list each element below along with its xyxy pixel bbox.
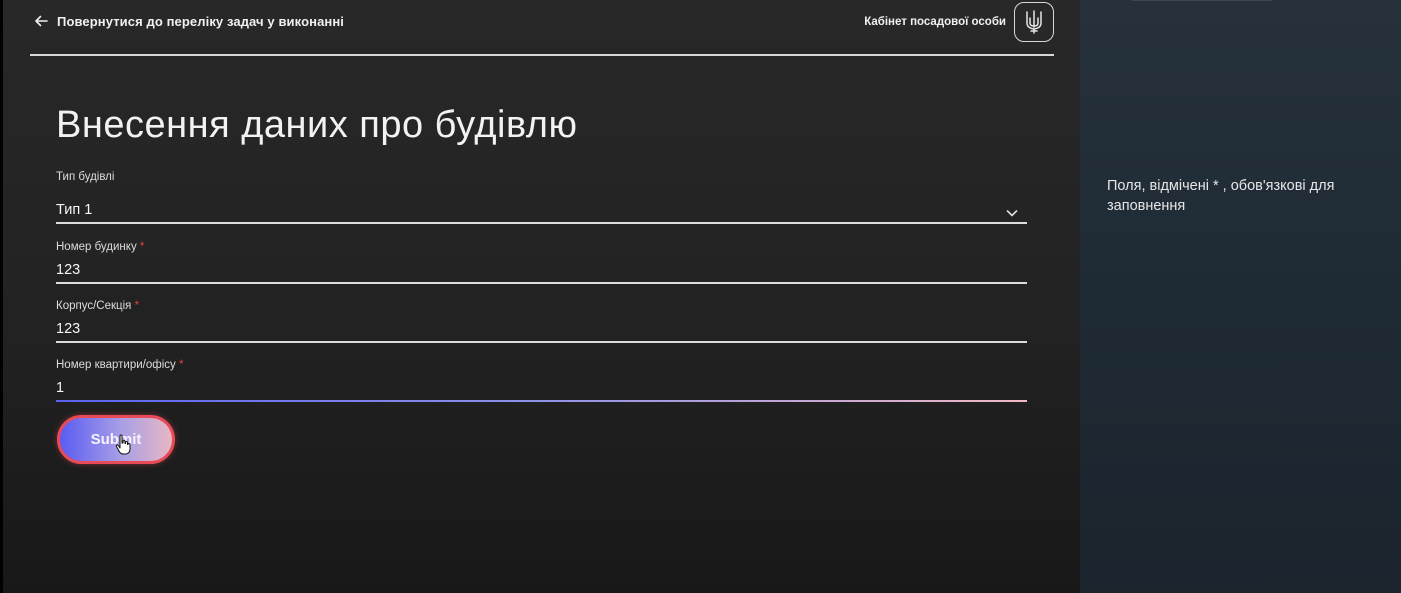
block-section-field: Корпус/Секція * 123 xyxy=(56,300,1027,345)
block-section-value: 123 xyxy=(56,321,81,337)
page-header: Повернутися до переліку задач у виконанн… xyxy=(30,0,1054,56)
building-type-label-text: Тип будівлі xyxy=(56,171,115,183)
arrow-left-icon xyxy=(35,15,48,27)
house-number-input[interactable]: 123 xyxy=(56,262,1027,284)
page-title: Внесення даних про будівлю xyxy=(56,104,578,146)
building-type-select[interactable]: Тип 1 xyxy=(56,202,1027,224)
trident-icon[interactable] xyxy=(1014,2,1054,42)
required-mark: * xyxy=(139,241,145,253)
back-link[interactable]: Повернутися до переліку задач у виконанн… xyxy=(33,13,344,29)
cabinet-link[interactable]: Кабінет посадової особи xyxy=(864,2,1054,42)
required-mark: * xyxy=(178,359,184,371)
apartment-office-field: Номер квартири/офісу * 1 xyxy=(56,359,1027,404)
back-link-label: Повернутися до переліку задач у виконанн… xyxy=(57,13,345,29)
building-type-label: Тип будівлі xyxy=(56,171,1027,183)
block-section-input[interactable]: 123 xyxy=(56,321,1027,343)
main-panel: Повернутися до переліку задач у виконанн… xyxy=(3,0,1080,593)
block-section-label-text: Корпус/Секція xyxy=(56,300,132,312)
required-fields-hint: Поля, відмічені * , обов'язкові для запо… xyxy=(1107,178,1335,214)
chevron-down-icon xyxy=(1006,210,1018,217)
apartment-office-label: Номер квартири/офісу * xyxy=(56,359,1027,371)
divider xyxy=(1132,0,1272,1)
apartment-office-value: 1 xyxy=(56,380,65,396)
cabinet-label: Кабінет посадової особи xyxy=(864,16,1006,28)
block-section-label: Корпус/Секція * xyxy=(56,300,1027,312)
building-type-value: Тип 1 xyxy=(56,202,93,218)
required-mark: * xyxy=(134,300,140,312)
apartment-office-input[interactable]: 1 xyxy=(56,380,1027,402)
house-number-label-text: Номер будинку xyxy=(56,241,137,253)
house-number-field: Номер будинку * 123 xyxy=(56,241,1027,286)
hand-cursor-icon xyxy=(115,434,131,455)
apartment-office-label-text: Номер квартири/офісу xyxy=(56,359,176,371)
building-type-field: Тип будівлі Тип 1 xyxy=(56,171,1027,226)
side-panel xyxy=(1080,0,1401,593)
house-number-label: Номер будинку * xyxy=(56,241,1027,253)
house-number-value: 123 xyxy=(56,262,81,278)
